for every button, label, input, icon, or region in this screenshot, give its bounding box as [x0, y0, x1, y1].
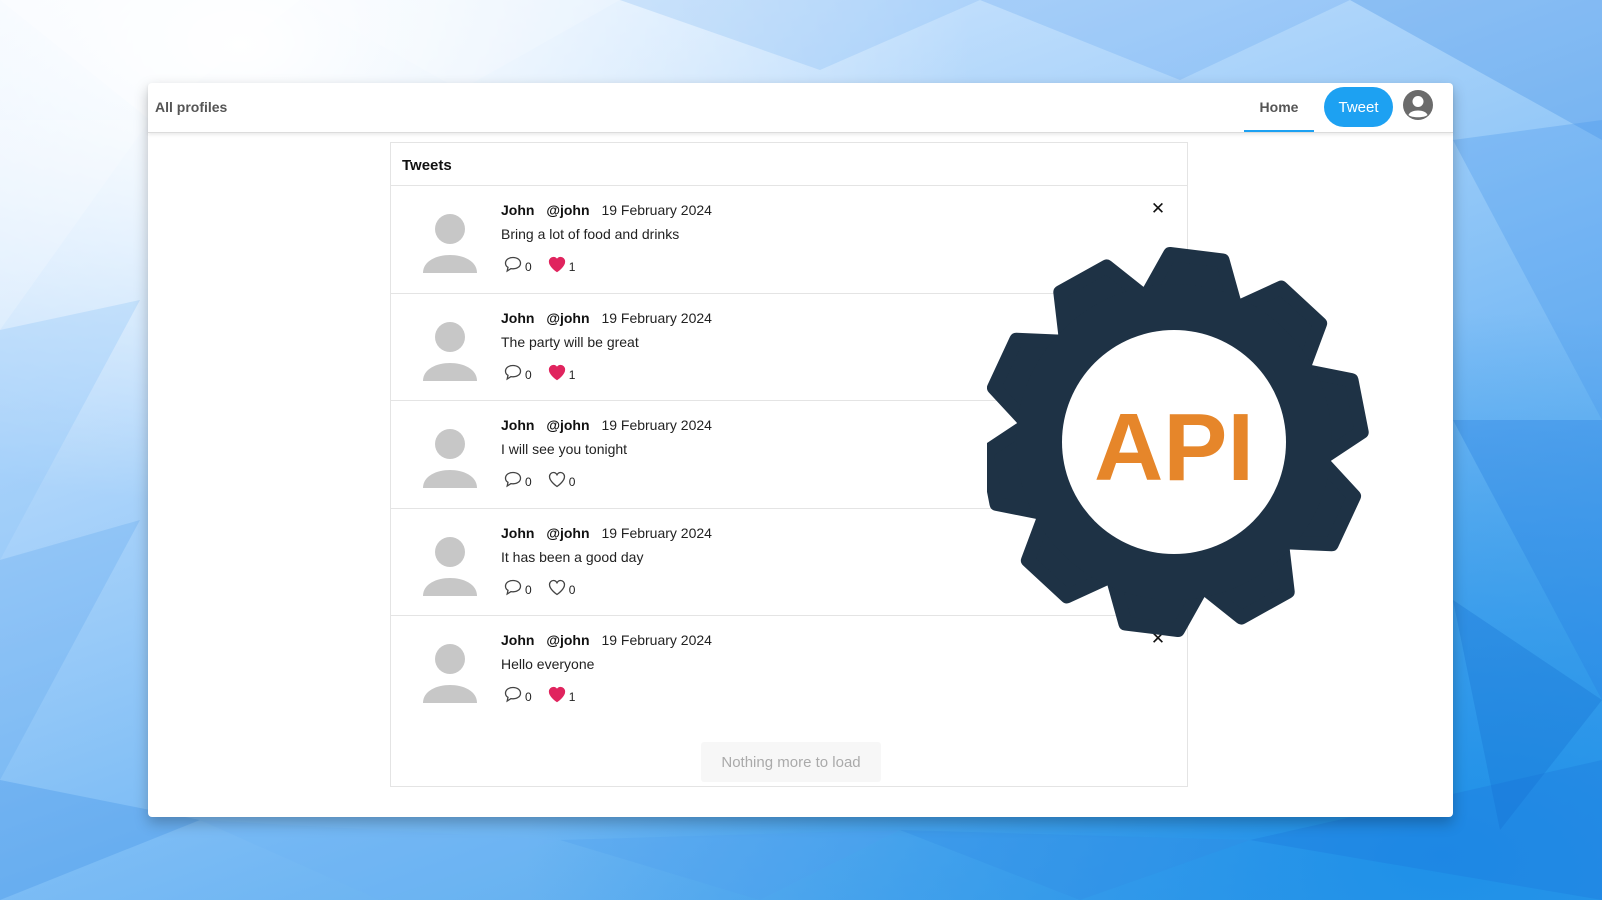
default-avatar-icon: [423, 536, 477, 596]
comment-count: 0: [525, 367, 532, 382]
tweet-author-name[interactable]: John: [501, 632, 534, 648]
default-avatar-icon: [423, 429, 477, 488]
comment-icon: [504, 256, 522, 273]
tweet-header: John @john 19 February 2024: [501, 310, 712, 326]
navbar: All profiles Home Tweet: [148, 83, 1453, 133]
heart-icon: [548, 579, 565, 595]
comment-icon: [504, 579, 522, 595]
comment-count: 0: [525, 475, 532, 489]
tweet-text: It has been a good day: [501, 548, 644, 565]
tweet-author-handle[interactable]: @john: [546, 525, 589, 541]
tweet-actions: 0 0: [504, 471, 591, 488]
like-count: 0: [568, 582, 576, 597]
tweet-header: John @john 19 February 2024: [501, 417, 712, 433]
tweet-author-handle[interactable]: @john: [546, 417, 589, 433]
tweet-author-name[interactable]: John: [501, 417, 534, 433]
user-circle-icon[interactable]: [1402, 89, 1434, 121]
tweet-author-name[interactable]: John: [501, 525, 534, 541]
comment-icon: [504, 686, 522, 703]
comment-button[interactable]: 0: [504, 364, 532, 381]
tweet-date: 19 February 2024: [601, 202, 712, 218]
api-gear-logo: API: [987, 247, 1369, 637]
tweet-actions: 0 1: [504, 256, 591, 273]
like-button[interactable]: 1: [548, 686, 576, 704]
comment-count: 0: [525, 260, 532, 274]
like-button[interactable]: 0: [548, 579, 576, 597]
heart-icon: [548, 471, 565, 488]
heart-icon: [548, 364, 565, 380]
comment-count: 0: [525, 582, 532, 597]
nav-all-profiles-link[interactable]: All profiles: [155, 99, 227, 115]
tweet-date: 19 February 2024: [601, 524, 712, 541]
tweet-header: John @john 19 February 2024: [501, 632, 712, 648]
comment-button[interactable]: 0: [504, 579, 532, 596]
api-text: API: [1094, 394, 1254, 501]
tweet-text: The party will be great: [501, 333, 639, 350]
like-count: 1: [568, 260, 576, 274]
tweet-author-handle[interactable]: @john: [546, 310, 589, 326]
like-button[interactable]: 1: [548, 256, 576, 274]
comment-button[interactable]: 0: [504, 256, 532, 273]
comment-button[interactable]: 0: [504, 471, 532, 488]
like-count: 1: [568, 367, 576, 382]
tweet-author-handle[interactable]: @john: [546, 202, 589, 218]
nav-home-tab[interactable]: Home: [1244, 83, 1314, 132]
tweet-date: 19 February 2024: [601, 632, 712, 648]
tweet-text: Bring a lot of food and drinks: [501, 226, 680, 242]
tweet-button[interactable]: Tweet: [1324, 87, 1393, 127]
like-count: 1: [568, 690, 576, 704]
tweet-actions: 0 1: [504, 686, 591, 703]
comment-icon: [504, 364, 522, 380]
tweet-author-handle[interactable]: @john: [546, 632, 589, 648]
tweet-author-name[interactable]: John: [501, 202, 534, 218]
tweet-author-name[interactable]: John: [501, 310, 534, 326]
like-button[interactable]: 0: [548, 471, 576, 489]
default-avatar-icon: [423, 321, 477, 381]
tweet-actions: 0 0: [504, 579, 591, 596]
default-avatar-icon: [423, 644, 477, 703]
like-button[interactable]: 1: [548, 364, 576, 382]
tweet-actions: 0 1: [504, 364, 591, 381]
feed-title: Tweets: [391, 143, 1187, 186]
like-count: 0: [568, 475, 576, 489]
tweet-text: I will see you tonight: [501, 441, 628, 457]
tweet-header: John @john 19 February 2024: [501, 202, 712, 218]
tweet-text: Hello everyone: [501, 656, 595, 672]
delete-tweet-button[interactable]: ✕: [1149, 200, 1167, 218]
load-more-button[interactable]: Nothing more to load: [701, 742, 881, 782]
comment-icon: [504, 471, 522, 488]
tweet-header: John @john 19 February 2024: [501, 525, 712, 541]
default-avatar-icon: [423, 214, 477, 273]
heart-icon: [548, 256, 565, 273]
tweet-date: 19 February 2024: [601, 309, 712, 326]
comment-count: 0: [525, 690, 532, 704]
comment-button[interactable]: 0: [504, 686, 532, 703]
tweet-date: 19 February 2024: [601, 417, 712, 433]
heart-icon: [548, 686, 565, 703]
